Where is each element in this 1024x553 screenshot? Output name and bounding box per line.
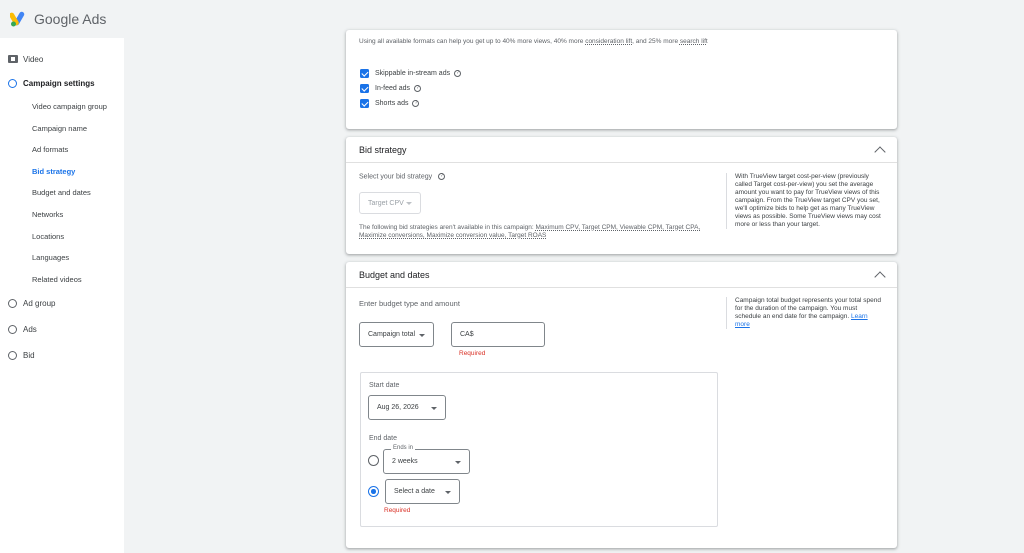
- sidebar-sub-ad-formats[interactable]: Ad formats: [0, 139, 124, 161]
- dropdown-arrow-icon: [431, 406, 437, 410]
- consideration-lift-link[interactable]: consideration lift: [585, 38, 632, 45]
- dropdown-value: Campaign total: [368, 331, 416, 338]
- help-icon[interactable]: ?: [454, 70, 462, 77]
- sidebar-sub-video-campaign-group[interactable]: Video campaign group: [0, 96, 124, 118]
- bid-strategy-header[interactable]: Bid strategy: [346, 137, 897, 163]
- checkbox-checked-icon: [360, 84, 369, 93]
- chevron-up-icon[interactable]: [874, 145, 886, 158]
- unavailable-list: Maximize conversions, Maximize conversio…: [359, 232, 547, 239]
- sidebar-sub-networks[interactable]: Networks: [0, 204, 124, 226]
- sidebar-step-campaign-settings[interactable]: Campaign settings: [0, 70, 124, 96]
- budget-header[interactable]: Budget and dates: [346, 262, 897, 288]
- checkbox-label: Skippable in-stream ads: [375, 70, 451, 77]
- end-date-label: End date: [369, 435, 398, 442]
- product-logo-text[interactable]: Google Ads: [34, 11, 106, 27]
- help-icon[interactable]: ?: [414, 85, 422, 92]
- card-title: Budget and dates: [359, 269, 430, 280]
- skippable-in-stream-checkbox[interactable]: Skippable in-stream ads ?: [360, 66, 462, 81]
- unavailable-strategies-text: The following bid strategies aren't avai…: [359, 224, 729, 240]
- sidebar-sub-campaign-name[interactable]: Campaign name: [0, 118, 124, 140]
- google-ads-logo-icon: [9, 11, 28, 27]
- sidebar-step-ads[interactable]: Ads: [0, 316, 124, 342]
- select-date-radio[interactable]: [368, 486, 379, 497]
- currency-prefix: CA$: [460, 331, 474, 338]
- bid-strategy-help: With TrueView target cost-per-view (prev…: [726, 173, 881, 229]
- dropdown-value: Select a date: [394, 488, 435, 495]
- help-icon[interactable]: ?: [438, 173, 446, 180]
- step-circle-icon: [8, 350, 17, 360]
- sidebar-sub-bid-strategy[interactable]: Bid strategy: [0, 161, 124, 183]
- dropdown-value: 2 weeks: [392, 458, 418, 465]
- sidebar-sub-locations[interactable]: Locations: [0, 226, 124, 248]
- sidebar-sub-budget-and-dates[interactable]: Budget and dates: [0, 182, 124, 204]
- end-date-picker[interactable]: Select a date: [385, 479, 460, 504]
- sidebar-item-label: Video: [23, 54, 44, 64]
- sidebar-nav: Video Campaign settings Video campaign g…: [0, 38, 124, 553]
- info-text: , and 25% more: [632, 38, 679, 45]
- required-error: Required: [384, 507, 411, 514]
- budget-dates-card: Budget and dates Enter budget type and a…: [346, 262, 897, 548]
- ends-in-radio[interactable]: [368, 455, 379, 466]
- ad-formats-info: Using all available formats can help you…: [359, 38, 719, 47]
- dropdown-arrow-icon: [455, 460, 461, 464]
- unavailable-list: Maximum CPV, Target CPM, Viewable CPM, T…: [535, 224, 701, 231]
- date-value: Aug 26, 2026: [377, 404, 419, 411]
- dropdown-arrow-icon: [445, 490, 451, 494]
- ends-in-dropdown[interactable]: 2 weeks: [383, 449, 470, 474]
- checkbox-checked-icon: [360, 99, 369, 108]
- dropdown-arrow-icon: [419, 333, 425, 337]
- brand-name: Google: [34, 11, 80, 27]
- ends-in-floating-label: Ends in: [391, 445, 416, 451]
- in-feed-ads-checkbox[interactable]: In-feed ads ?: [360, 81, 461, 96]
- help-icon[interactable]: ?: [412, 100, 420, 107]
- budget-label: Enter budget type and amount: [359, 299, 460, 308]
- ad-formats-card: Using all available formats can help you…: [346, 30, 897, 129]
- sidebar-sub-languages[interactable]: Languages: [0, 247, 124, 269]
- bid-strategy-select-label: Select your bid strategy ?: [359, 173, 446, 181]
- dropdown-value: Target CPV: [368, 199, 404, 207]
- video-icon: [8, 55, 18, 63]
- sidebar-sub-related-videos[interactable]: Related videos: [0, 269, 124, 291]
- start-date-label: Start date: [369, 382, 400, 389]
- ad-format-options: Skippable in-stream ads ? In-feed ads ? …: [360, 66, 462, 111]
- bid-strategy-dropdown[interactable]: Target CPV: [359, 192, 421, 214]
- step-circle-icon: [8, 78, 17, 88]
- dates-panel: Start date Aug 26, 2026 End date 2 weeks…: [360, 372, 718, 527]
- checkbox-label: In-feed ads: [375, 85, 411, 92]
- bid-strategy-card: Bid strategy Select your bid strategy ? …: [346, 137, 897, 254]
- dropdown-arrow-icon: [406, 202, 412, 205]
- sidebar-step-bid[interactable]: Bid: [0, 342, 124, 368]
- required-error: Required: [459, 350, 486, 357]
- budget-amount-input[interactable]: CA$: [451, 322, 545, 347]
- checkbox-label: Shorts ads: [375, 100, 409, 107]
- checkbox-checked-icon: [360, 69, 369, 78]
- sidebar-item-label: Ads: [23, 324, 37, 334]
- shorts-ads-checkbox[interactable]: Shorts ads ?: [360, 96, 461, 111]
- step-circle-icon: [8, 324, 17, 334]
- sidebar-step-ad-group[interactable]: Ad group: [0, 290, 124, 316]
- budget-help: Campaign total budget represents your to…: [726, 297, 881, 329]
- sidebar-item-video[interactable]: Video: [0, 48, 124, 70]
- budget-type-dropdown[interactable]: Campaign total: [359, 322, 434, 347]
- label-text: Select your bid strategy: [359, 173, 433, 181]
- card-title: Bid strategy: [359, 144, 407, 155]
- chevron-up-icon[interactable]: [874, 270, 886, 283]
- product-name: Ads: [82, 11, 107, 27]
- info-text: The following bid strategies aren't avai…: [359, 224, 534, 231]
- start-date-picker[interactable]: Aug 26, 2026: [368, 395, 446, 420]
- sidebar-item-label: Campaign settings: [23, 78, 95, 88]
- info-text: Using all available formats can help you…: [359, 38, 584, 45]
- sidebar-item-label: Ad group: [23, 298, 56, 308]
- sidebar-item-label: Bid: [23, 350, 35, 360]
- search-lift-link[interactable]: search lift: [680, 38, 708, 45]
- step-circle-icon: [8, 298, 17, 308]
